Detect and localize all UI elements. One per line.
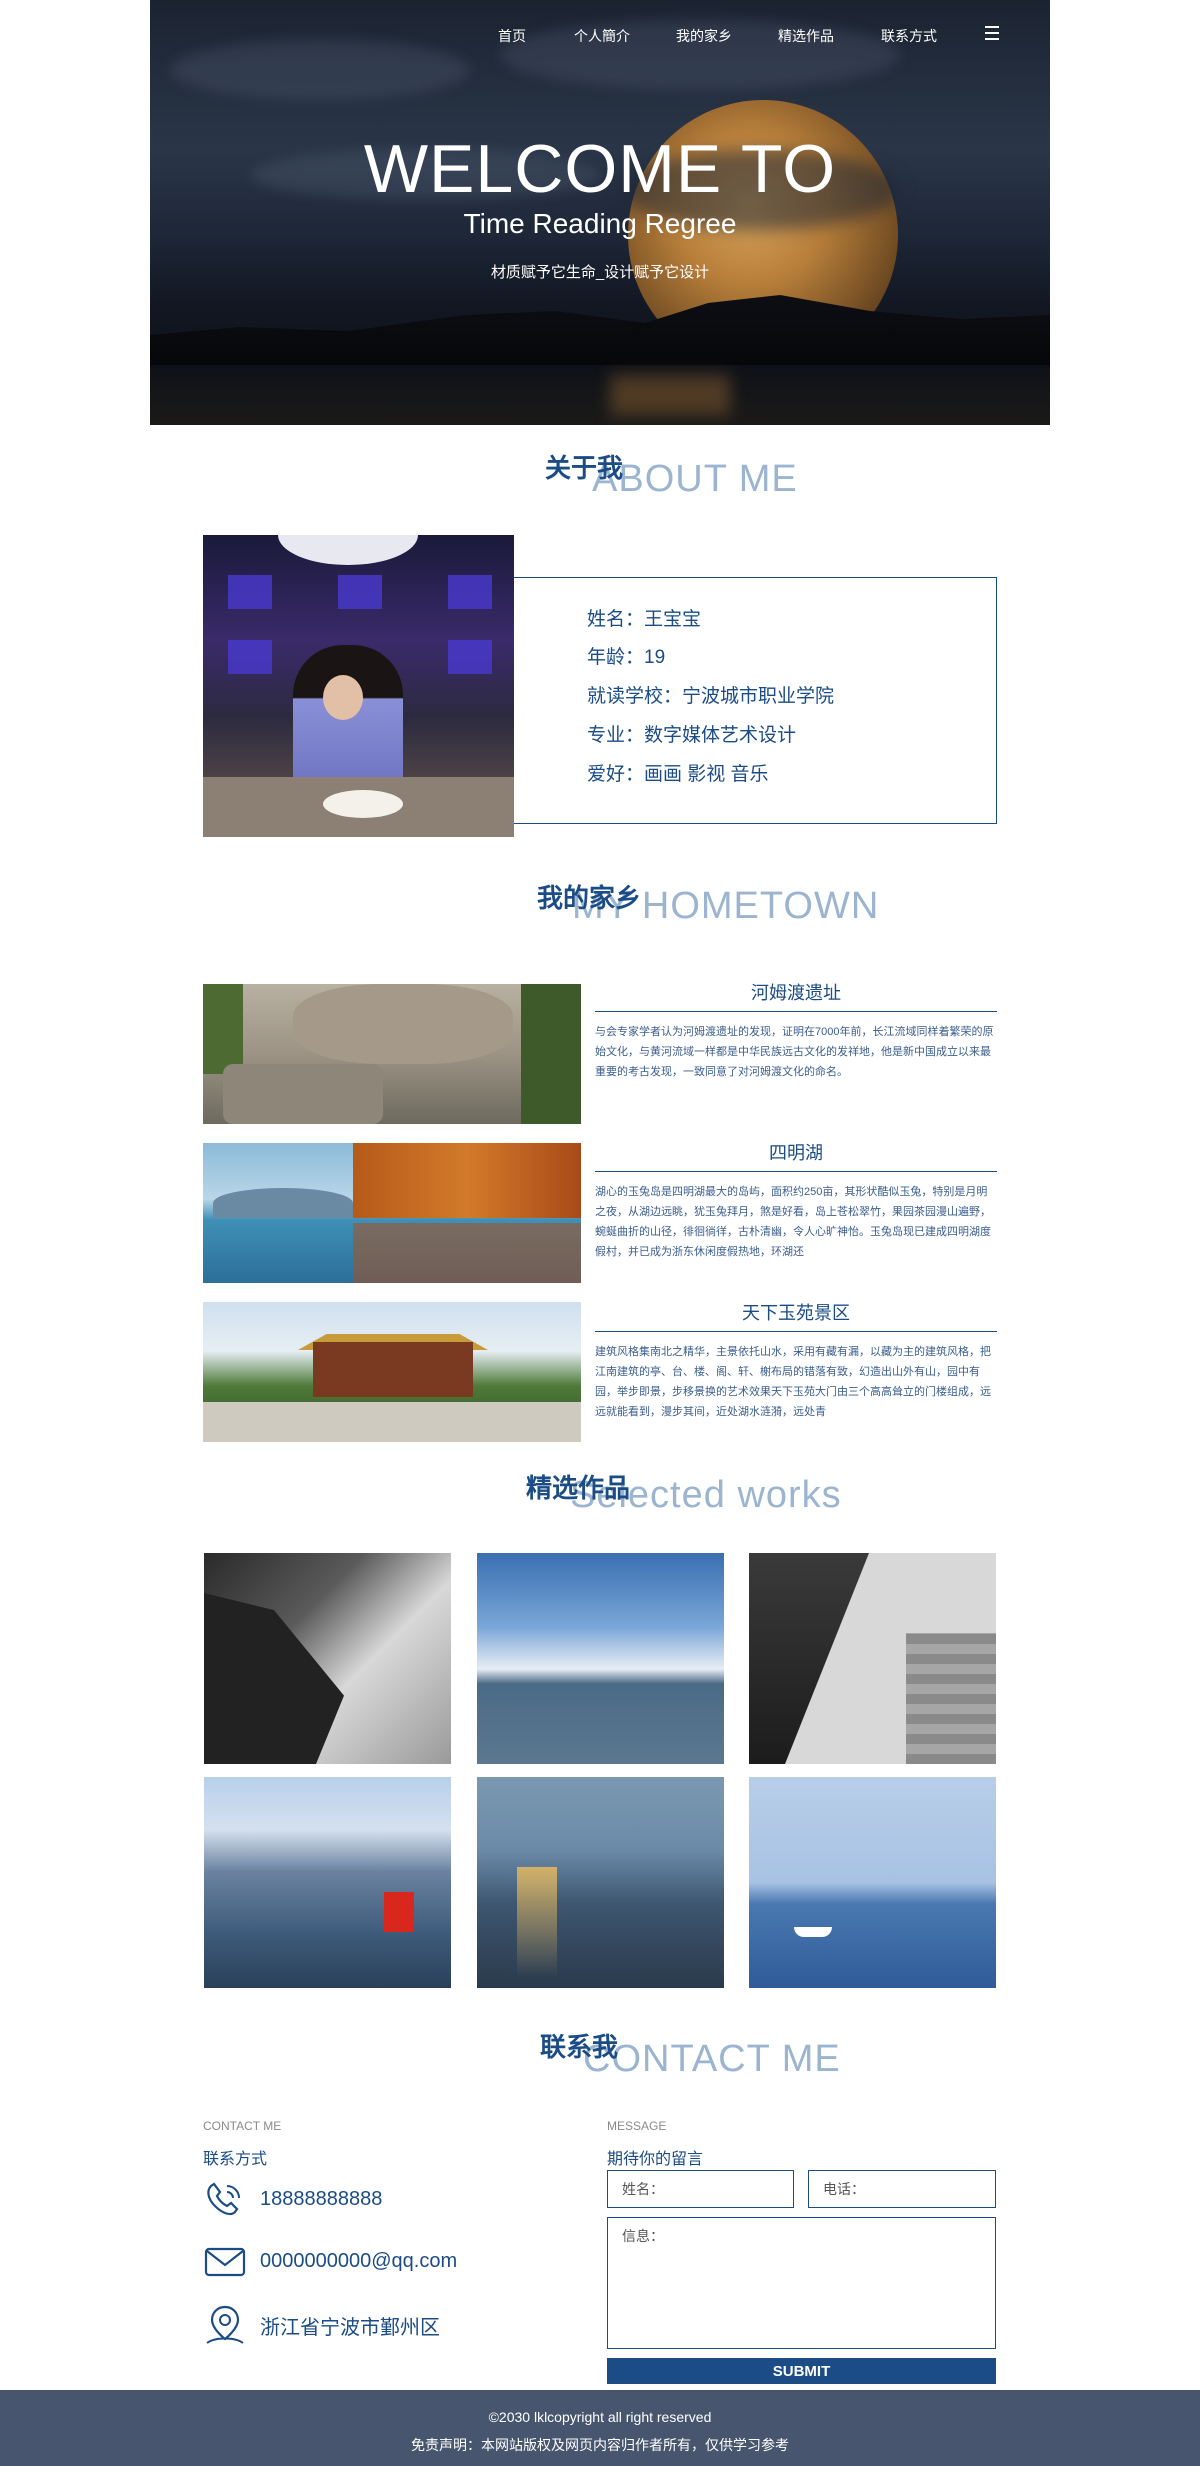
about-name: 姓名：王宝宝	[587, 609, 702, 630]
hero-subtitle: Time Reading Regree	[463, 208, 737, 239]
hamburger-menu-icon[interactable]	[985, 26, 999, 40]
about-school: 就读学校：宁波城市职业学院	[587, 686, 835, 707]
about-section-title: ABOUT ME 关于我	[300, 440, 900, 500]
contact-address: 浙江省宁波市鄞州区	[260, 2317, 440, 2339]
architecture-photo[interactable]	[749, 1553, 996, 1764]
sea-horizon-photo[interactable]	[477, 1553, 724, 1764]
phone-input[interactable]	[808, 2170, 996, 2208]
siming-lake-info: 四明湖 湖心的玉兔岛是四明湖最大的岛屿，面积约250亩，其形状酷似玉兔，特别是月…	[595, 1140, 997, 1264]
nav-item-home[interactable]: 首页	[498, 26, 526, 46]
sunset-boat-photo[interactable]	[477, 1777, 724, 1988]
yuyuan-name: 天下玉苑景区	[595, 1300, 997, 1332]
hero-title: WELCOME TO	[363, 131, 837, 207]
submit-button[interactable]: SUBMIT	[607, 2358, 996, 2384]
nav-item-hometown[interactable]: 我的家乡	[676, 26, 732, 46]
hemudu-info: 河姆渡遗址 与会专家学者认为河姆渡遗址的发现，证明在7000年前，长江流域同样着…	[595, 980, 997, 1104]
yuyuan-photo	[203, 1302, 581, 1442]
hemudu-photo	[203, 984, 581, 1124]
about-age: 年龄：19	[587, 647, 666, 668]
siming-lake-name: 四明湖	[595, 1140, 997, 1172]
contact-email-row: 0000000000@qq.com	[203, 2242, 563, 2282]
main-nav: 首页 个人簡介 我的家乡 精选作品 联系方式	[150, 26, 1050, 50]
hero-tagline: 材质赋予它生命_设计赋予它设计	[490, 264, 710, 281]
contact-section-title: CONTACT ME 联系我	[300, 2022, 900, 2082]
siming-lake-desc: 湖心的玉兔岛是四明湖最大的岛屿，面积约250亩，其形状酷似玉兔，特别是月明之夜，…	[595, 1186, 991, 1258]
mail-icon	[204, 2247, 246, 2277]
contact-label: 联系方式	[203, 2151, 268, 2168]
page: 首页 个人簡介 我的家乡 精选作品 联系方式 WELCOME TO Time R…	[0, 0, 1200, 2466]
message-label: 期待你的留言	[607, 2151, 704, 2168]
contact-title-cn: 联系我	[540, 2032, 619, 2062]
contact-phone-row: 18888888888	[203, 2180, 563, 2220]
nav-item-profile[interactable]: 个人簡介	[574, 26, 630, 46]
lake-water	[150, 365, 1050, 425]
about-major: 专业：数字媒体艺术设计	[587, 725, 797, 746]
message-small-label: MESSAGE	[607, 2119, 667, 2133]
contact-phone[interactable]: 18888888888	[260, 2188, 382, 2211]
nav-item-works[interactable]: 精选作品	[778, 26, 834, 46]
location-pin-icon	[206, 2305, 244, 2344]
rocky-shore-photo[interactable]	[204, 1553, 451, 1764]
about-title-cn: 关于我	[545, 453, 624, 483]
name-input[interactable]	[607, 2170, 794, 2208]
mountain-flag-photo[interactable]	[204, 1777, 451, 1988]
sea-boat-photo[interactable]	[749, 1777, 996, 1988]
hometown-title-cn: 我的家乡	[537, 883, 642, 913]
siming-lake-photo	[203, 1143, 581, 1283]
nav-item-contact[interactable]: 联系方式	[881, 26, 937, 46]
profile-photo	[203, 535, 514, 837]
contact-email[interactable]: 0000000000@qq.com	[260, 2250, 457, 2273]
phone-icon	[207, 2182, 240, 2216]
contact-title-en: CONTACT ME	[583, 2038, 841, 2080]
works-title-cn: 精选作品	[526, 1473, 631, 1503]
hometown-section-title: MY HOMETOWN 我的家乡	[300, 870, 900, 930]
works-section-title: Selected works 精选作品	[300, 1462, 900, 1522]
footer: ©2030 lklcopyright all right reserved 免责…	[0, 2390, 1200, 2466]
contact-small-label: CONTACT ME	[203, 2119, 282, 2133]
about-info-box: 姓名：王宝宝 年龄：19 就读学校：宁波城市职业学院 专业：数字媒体艺术设计 爱…	[514, 577, 997, 824]
hills-silhouette	[150, 295, 1050, 367]
hemudu-desc: 与会专家学者认为河姆渡遗址的发现，证明在7000年前，长江流域同样着繁荣的原始文…	[595, 1026, 994, 1078]
about-hobby: 爱好：画画 影视 音乐	[587, 764, 769, 785]
footer-copyright: ©2030 lklcopyright all right reserved	[488, 2409, 712, 2425]
contact-address-row: 浙江省宁波市鄞州区	[203, 2303, 563, 2344]
hemudu-name: 河姆渡遗址	[595, 980, 997, 1012]
message-textarea[interactable]	[607, 2217, 996, 2349]
hero-banner: 首页 个人簡介 我的家乡 精选作品 联系方式 WELCOME TO Time R…	[150, 0, 1050, 425]
yuyuan-info: 天下玉苑景区 建筑风格集南北之精华，主景依托山水，采用有藏有漏，以藏为主的建筑风…	[595, 1300, 997, 1424]
footer-disclaimer: 免责声明：本网站版权及网页内容归作者所有，仅供学习参考	[411, 2437, 789, 2453]
yuyuan-desc: 建筑风格集南北之精华，主景依托山水，采用有藏有漏，以藏为主的建筑风格，把江南建筑…	[595, 1346, 991, 1418]
